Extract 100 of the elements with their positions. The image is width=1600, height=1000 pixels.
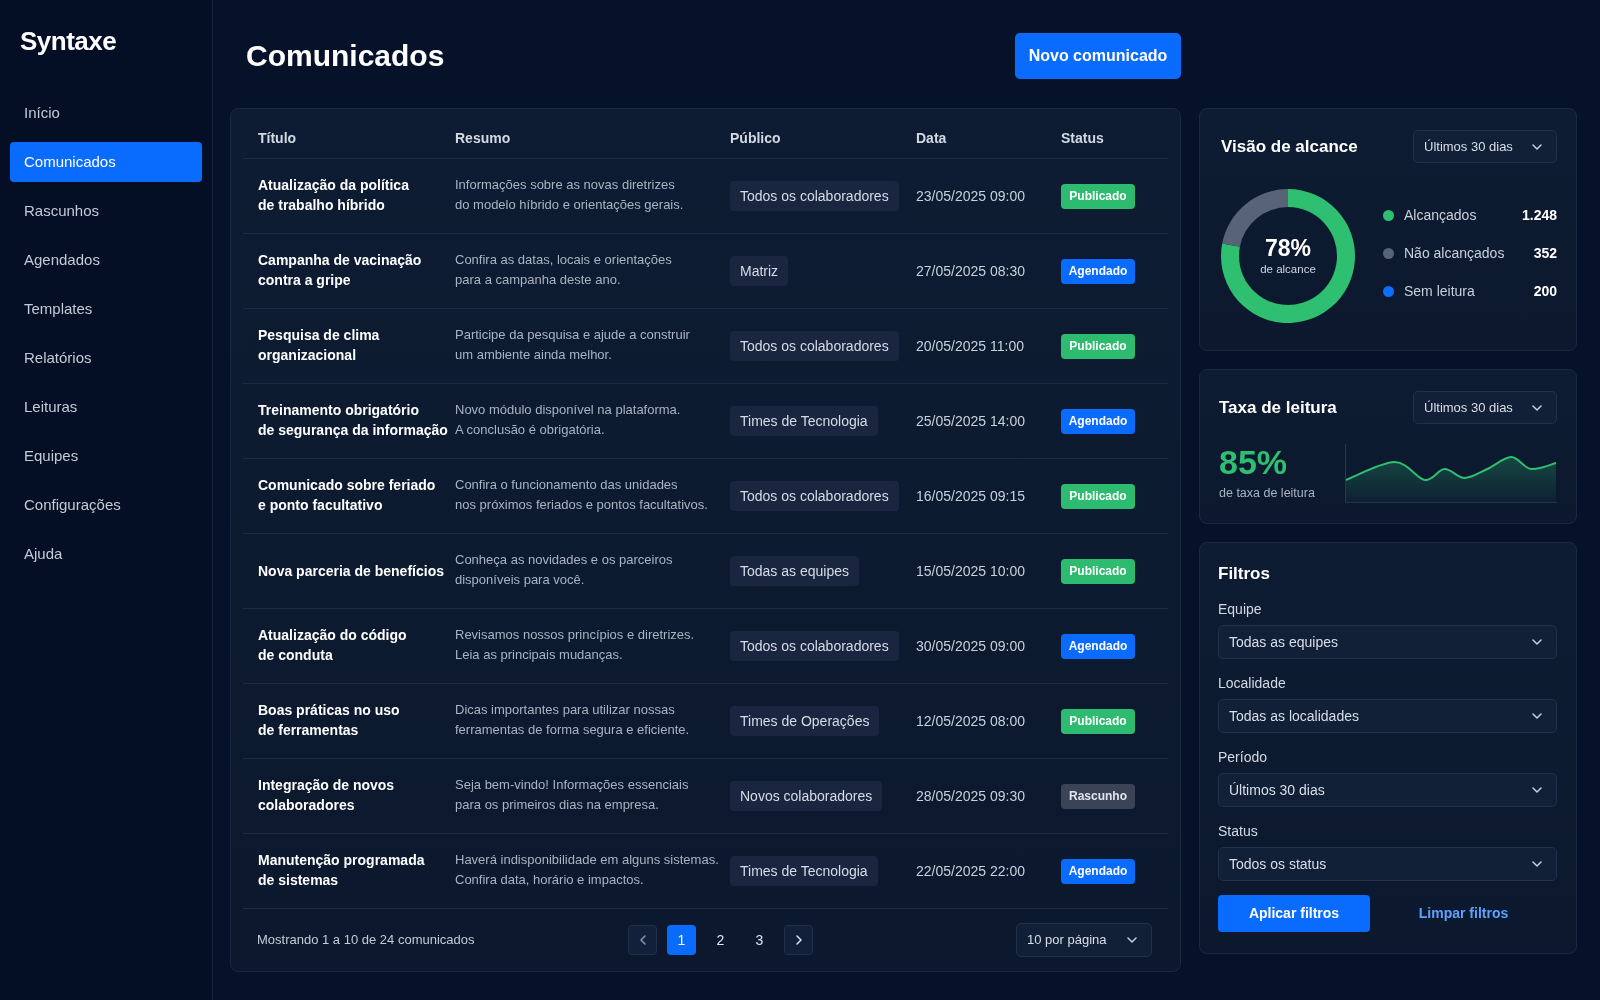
date-text: 28/05/2025 09:30 bbox=[916, 787, 1025, 804]
announcement-title: Pesquisa de clima organizacional bbox=[258, 325, 380, 365]
nav-item[interactable]: Rascunhos bbox=[10, 191, 202, 231]
panel-title: Filtros bbox=[1218, 563, 1271, 585]
audience-tag: Novos colaboradores bbox=[730, 780, 883, 811]
status-badge: Agendado bbox=[1061, 633, 1135, 659]
legend-value: 352 bbox=[1533, 243, 1557, 263]
announcement-title: Boas práticas no uso de ferramentas bbox=[258, 700, 400, 740]
announcement-summary: Confira as datas, locais e orientações para a campanha deste ano. bbox=[455, 251, 672, 289]
legend-value: 1.248 bbox=[1521, 205, 1557, 225]
status-badge: Agendado bbox=[1061, 408, 1135, 434]
announcement-title: Nova parceria de benefícios bbox=[258, 561, 444, 581]
legend-label: Alcançados bbox=[1404, 205, 1478, 225]
status-badge: Agendado bbox=[1061, 258, 1135, 284]
nav-item[interactable]: Leituras bbox=[10, 387, 202, 427]
audience-tag: Todas as equipes bbox=[730, 555, 859, 586]
date-text: 30/05/2025 09:00 bbox=[916, 637, 1025, 654]
legend-value: 200 bbox=[1533, 281, 1557, 301]
announcement-summary: Seja bem-vindo! Informações essenciais para os primeiros dias na empresa. bbox=[455, 776, 689, 814]
next-page-button[interactable] bbox=[784, 925, 813, 955]
filter-select[interactable]: Todas as equipes bbox=[1218, 625, 1557, 659]
filter-select[interactable]: Todas as localidades bbox=[1218, 699, 1557, 733]
nav-item[interactable]: Início bbox=[10, 93, 202, 133]
nav-item[interactable]: Ajuda bbox=[10, 534, 202, 574]
status-badge: Agendado bbox=[1061, 858, 1135, 884]
column-header: Público bbox=[730, 129, 781, 146]
announcement-title: Integração de novos colaboradores bbox=[258, 775, 395, 815]
announcement-summary: Participe da pesquisa e ajude a construir um ambiente ainda melhor. bbox=[455, 326, 690, 364]
date-text: 22/05/2025 22:00 bbox=[916, 862, 1025, 879]
filter-select[interactable]: Todos os status bbox=[1218, 847, 1557, 881]
audience-tag: Times de Tecnologia bbox=[730, 405, 878, 436]
period-select[interactable]: Últimos 30 dias bbox=[1413, 130, 1557, 163]
announcement-summary: Novo módulo disponível na plataforma. A conclusão é obrigatória. bbox=[455, 401, 681, 439]
announcement-summary: Conheça as novidades e os parceiros disponíveis para você. bbox=[455, 551, 673, 589]
nav-item[interactable]: Agendados bbox=[10, 240, 202, 280]
chevron-down-icon bbox=[1532, 713, 1542, 719]
audience-tag: Todos os colaboradores bbox=[730, 480, 899, 511]
read-rate-value: 85% bbox=[1219, 444, 1288, 480]
filter-label: Período bbox=[1218, 748, 1269, 767]
app-logo: Syntaxe bbox=[19, 25, 118, 58]
panel-title: Visão de alcance bbox=[1221, 135, 1358, 158]
announcement-summary: Informações sobre as novas diretrizes do modelo híbrido e orientações gerais. bbox=[455, 176, 684, 214]
chevron-down-icon bbox=[1532, 143, 1542, 150]
announcement-title: Atualização da política de trabalho híbrido bbox=[258, 175, 409, 215]
date-text: 23/05/2025 09:00 bbox=[916, 187, 1025, 204]
read-rate-caption: de taxa de leitura bbox=[1219, 485, 1316, 501]
column-header: Título bbox=[258, 129, 297, 146]
page-button[interactable]: 2 bbox=[706, 925, 735, 955]
chevron-down-icon bbox=[1532, 404, 1542, 411]
announcement-title: Treinamento obrigatório de segurança da informação bbox=[258, 400, 448, 440]
legend-label: Sem leitura bbox=[1404, 281, 1476, 301]
chevron-down-icon bbox=[1532, 639, 1542, 645]
nav-item[interactable]: Configurações bbox=[10, 485, 202, 525]
clear-filters-link[interactable]: Limpar filtros bbox=[1418, 903, 1509, 924]
nav-item[interactable]: Comunicados bbox=[10, 142, 202, 182]
new-announcement-button[interactable]: Novo comunicado bbox=[1015, 33, 1181, 79]
audience-tag: Times de Operações bbox=[730, 705, 880, 736]
nav-item[interactable]: Relatórios bbox=[10, 338, 202, 378]
announcement-summary: Revisamos nossos princípios e diretrizes. Leia as principais mudanças. bbox=[455, 626, 695, 664]
status-badge: Publicado bbox=[1061, 708, 1135, 734]
filter-label: Status bbox=[1218, 822, 1259, 841]
date-text: 16/05/2025 09:15 bbox=[916, 487, 1025, 504]
status-badge: Publicado bbox=[1061, 558, 1135, 584]
column-header: Data bbox=[916, 129, 947, 146]
chevron-down-icon bbox=[1127, 937, 1137, 943]
page-button[interactable]: 3 bbox=[745, 925, 774, 955]
date-text: 20/05/2025 11:00 bbox=[916, 337, 1024, 354]
nav-item[interactable]: Equipes bbox=[10, 436, 202, 476]
announcement-title: Manutenção programada de sistemas bbox=[258, 850, 425, 890]
previous-page-button[interactable] bbox=[628, 925, 657, 955]
date-text: 12/05/2025 08:00 bbox=[916, 712, 1025, 729]
audience-tag: Times de Tecnologia bbox=[730, 855, 878, 886]
page-title: Comunicados bbox=[245, 38, 445, 74]
chevron-down-icon bbox=[1532, 861, 1542, 867]
page-size-select[interactable]: 10 por página bbox=[1016, 923, 1152, 957]
nav-item[interactable]: Templates bbox=[10, 289, 202, 329]
filter-label: Localidade bbox=[1218, 674, 1287, 693]
chevron-down-icon bbox=[1532, 787, 1542, 793]
announcement-summary: Haverá indisponibilidade em alguns sistemas. Confira data, horário e impactos. bbox=[455, 851, 719, 889]
page-button[interactable]: 1 bbox=[667, 925, 696, 955]
audience-tag: Todos os colaboradores bbox=[730, 180, 899, 211]
status-badge: Rascunho bbox=[1061, 783, 1135, 809]
date-text: 27/05/2025 08:30 bbox=[916, 262, 1025, 279]
announcement-summary: Dicas importantes para utilizar nossas ferramentas de forma segura e eficiente. bbox=[455, 701, 690, 739]
announcement-title: Comunicado sobre feriado e ponto facultativo bbox=[258, 475, 436, 515]
filter-select[interactable]: Últimos 30 dias bbox=[1218, 773, 1557, 807]
reach-percentage: 78% bbox=[1264, 235, 1311, 261]
column-header: Resumo bbox=[455, 129, 511, 146]
filter-label: Equipe bbox=[1218, 600, 1263, 619]
apply-filters-button[interactable]: Aplicar filtros bbox=[1218, 895, 1370, 932]
audience-tag: Matriz bbox=[730, 255, 789, 286]
legend-label: Não alcançados bbox=[1404, 243, 1506, 263]
audience-tag: Todos os colaboradores bbox=[730, 330, 899, 361]
period-select[interactable]: Últimos 30 dias bbox=[1413, 391, 1557, 424]
chevron-right-icon bbox=[795, 935, 802, 945]
announcement-title: Campanha de vacinação contra a gripe bbox=[258, 250, 422, 290]
announcement-summary: Confira o funcionamento das unidades nos próximos feriados e pontos facultativos. bbox=[455, 476, 708, 514]
panel-title: Taxa de leitura bbox=[1219, 396, 1337, 419]
status-badge: Publicado bbox=[1061, 483, 1135, 509]
audience-tag: Todos os colaboradores bbox=[730, 630, 899, 661]
